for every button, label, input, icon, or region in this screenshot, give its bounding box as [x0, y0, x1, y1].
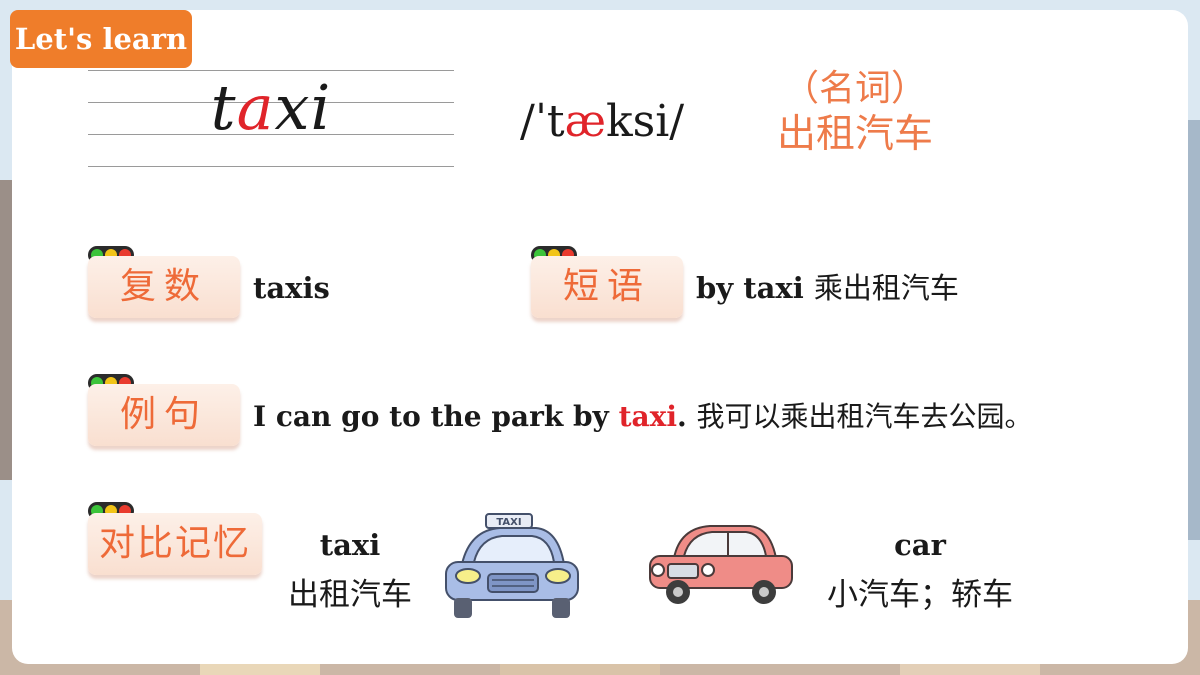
- vocabulary-word: taxi: [210, 71, 332, 144]
- car-illustration: [649, 525, 793, 604]
- phonetic-transcription: /ˈtæksi/: [520, 96, 685, 147]
- compare-car: car 小汽车；轿车: [827, 528, 1013, 613]
- compare-taxi: taxi 出租汽车: [288, 528, 412, 613]
- sentence-translation: 我可以乘出租汽车去公园。: [696, 400, 1033, 433]
- example-sentence-tag: 例句: [88, 384, 240, 446]
- word-definition: （名词） 出租汽车: [765, 66, 945, 158]
- phrase-text: by taxi 乘出租汽车: [696, 271, 959, 305]
- part-of-speech: （名词）: [782, 68, 927, 109]
- taxi-sign-text: TAXI: [496, 517, 521, 528]
- word-highlight: a: [236, 71, 275, 144]
- phonetic-highlight: æ: [564, 96, 606, 147]
- phrase-tag: 短语: [531, 256, 683, 318]
- chinese-meaning: 出租汽车: [776, 112, 933, 157]
- plural-tag: 复数: [88, 256, 240, 318]
- lets-learn-badge: Let's learn: [10, 10, 192, 68]
- taxi-illustration: TAXI: [445, 513, 579, 618]
- compare-tag: 对比记忆: [88, 513, 262, 575]
- example-sentence: I can go to the park by taxi. 我可以乘出租汽车去公…: [253, 400, 1033, 433]
- plural-text: taxis: [253, 271, 330, 305]
